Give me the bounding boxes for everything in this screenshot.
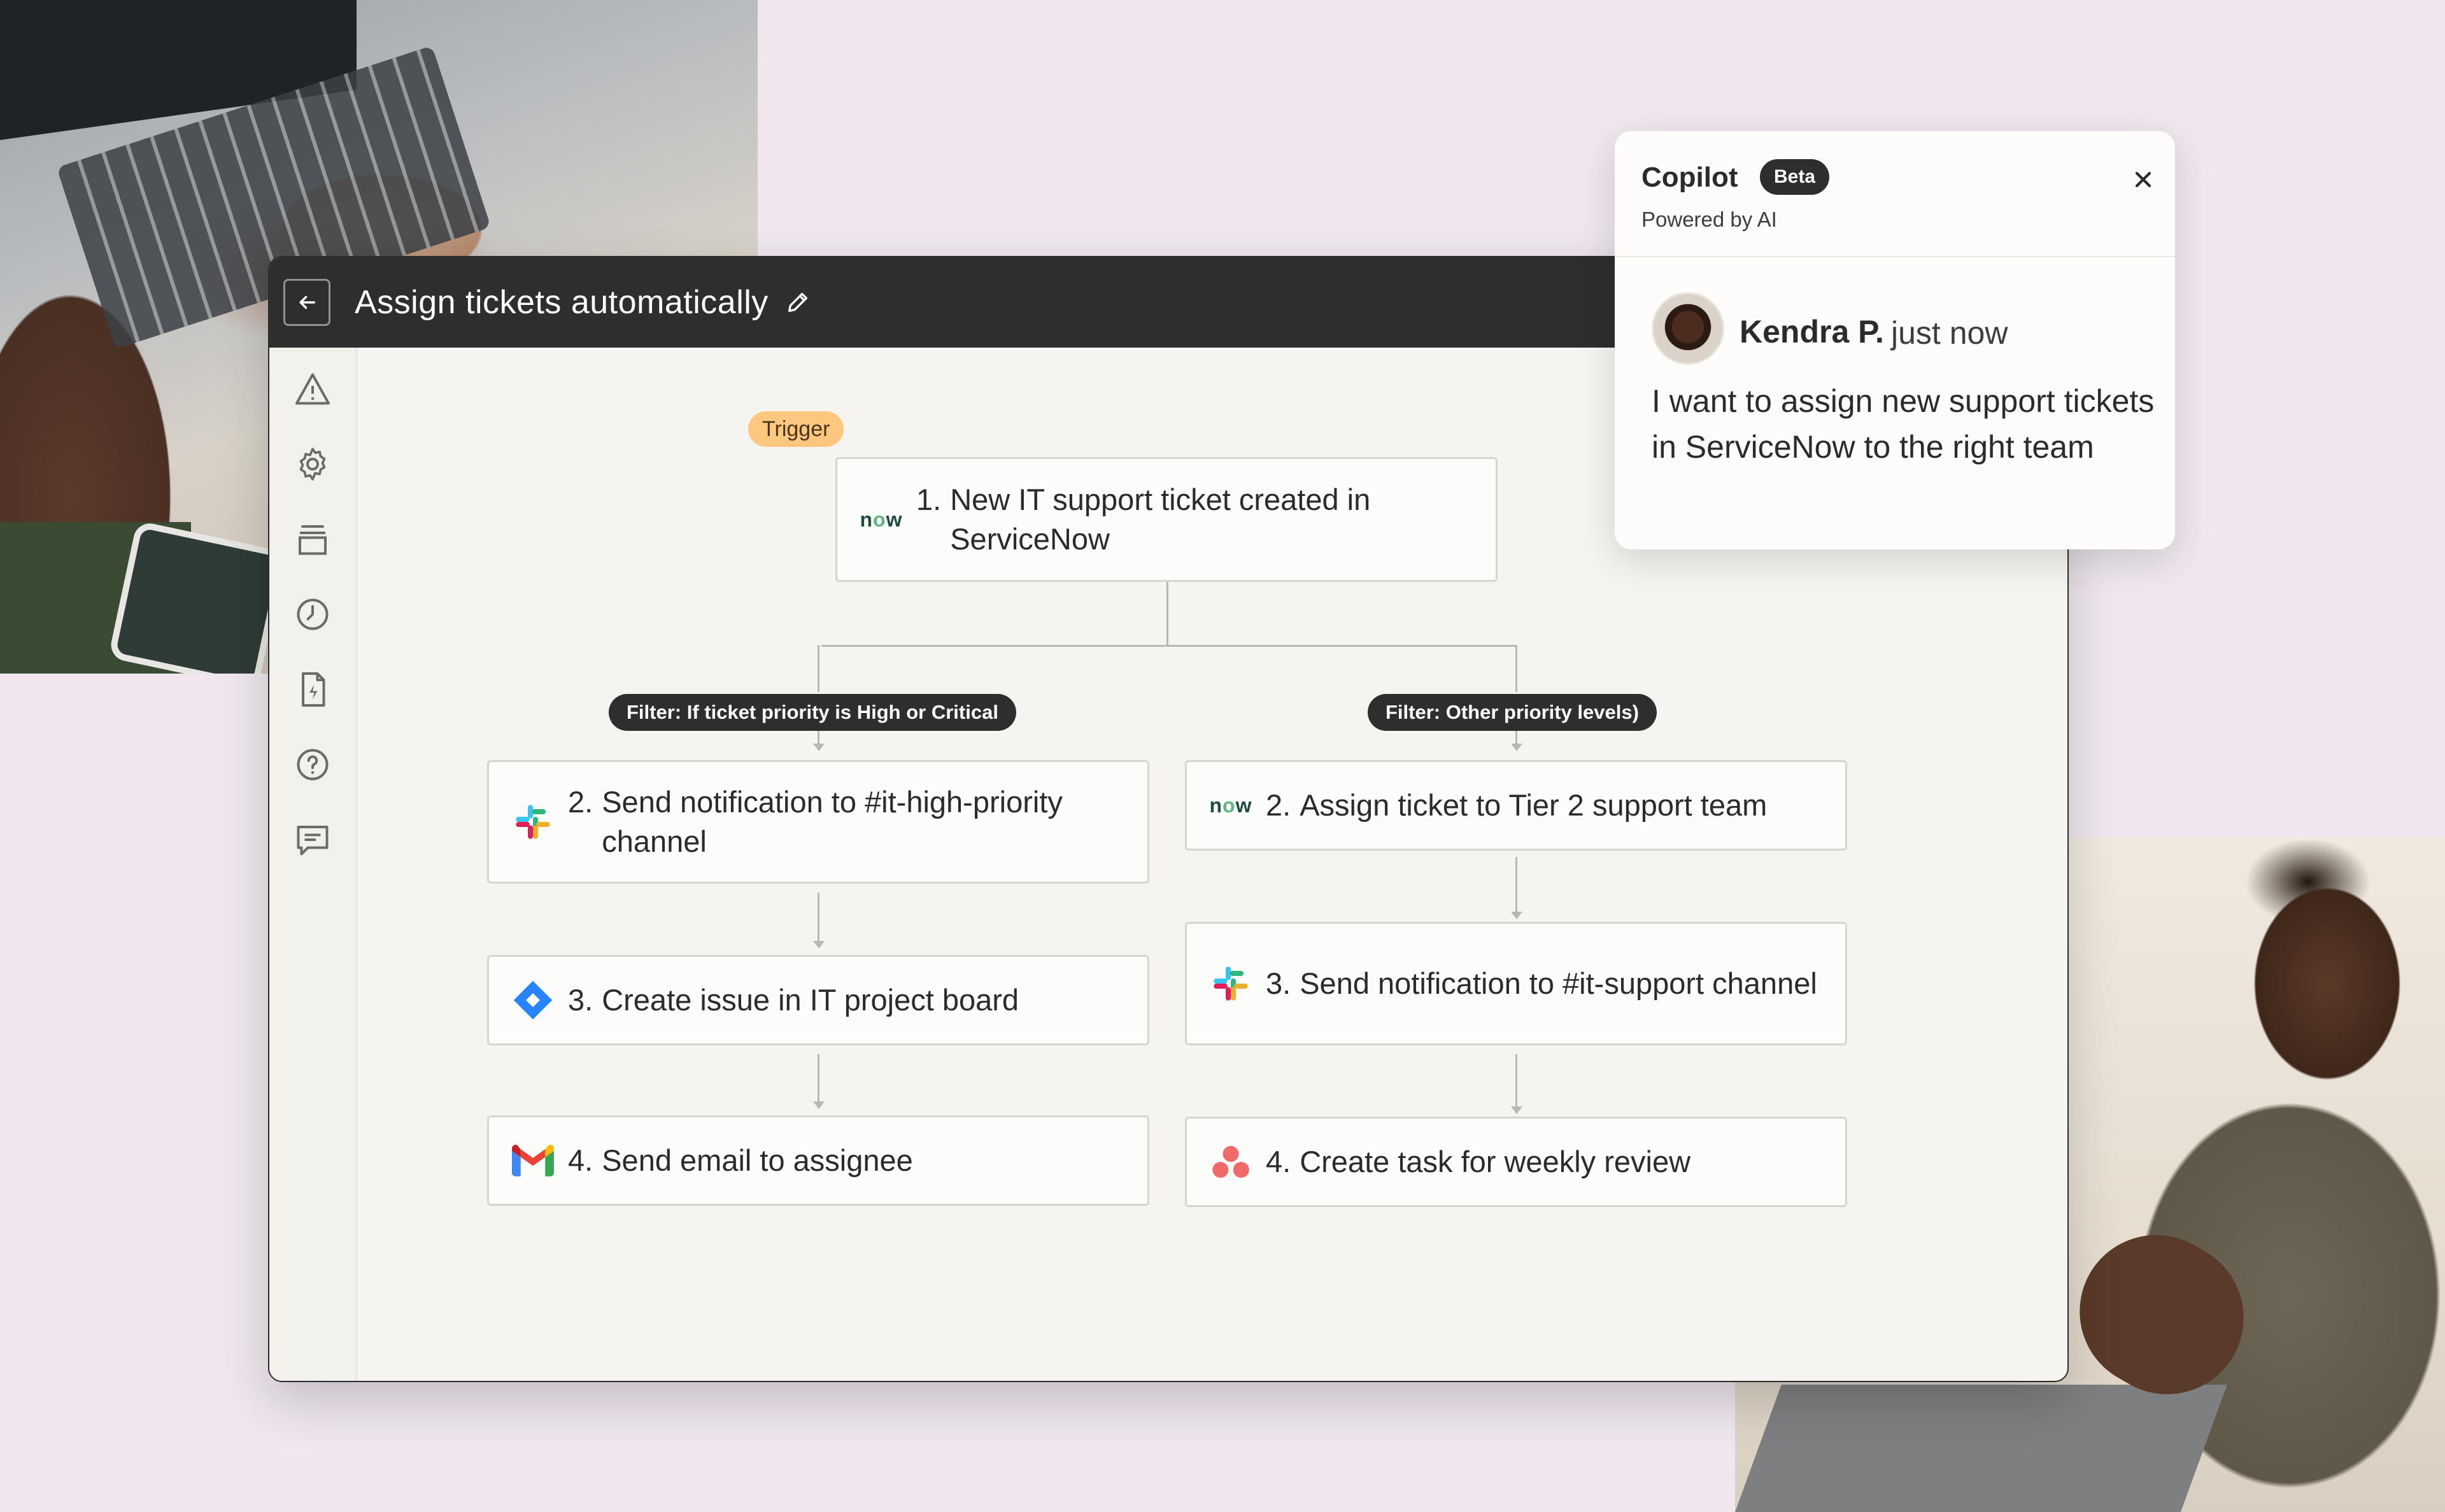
trigger-step-card[interactable]: now 1. New IT support ticket created in S… <box>835 457 1498 582</box>
gmail-logo-icon <box>511 1138 555 1183</box>
step-number: 4. <box>568 1143 593 1177</box>
filter-other-priority[interactable]: Filter: Other priority levels) <box>1368 694 1657 731</box>
step-number: 2. <box>1266 788 1291 822</box>
slack-logo-icon <box>511 800 555 844</box>
right-connector-2-3-line <box>1515 859 1517 914</box>
step-label: Send notification to #it-support channel <box>1300 966 1817 1000</box>
right-connector-2-3-line-arrow <box>1511 912 1522 919</box>
avatar <box>1652 292 1724 365</box>
message-timestamp: just now <box>1891 315 2008 351</box>
servicenow-logo-icon: now <box>860 507 903 531</box>
left-step-2-card[interactable]: 2. Send notification to #it-high-priority… <box>487 760 1149 884</box>
right-step-4-card[interactable]: 4. Create task for weekly review <box>1185 1117 1847 1207</box>
copilot-close-button[interactable] <box>2124 160 2162 199</box>
asana-logo-icon <box>1208 1140 1253 1184</box>
message-text: I want to assign new support tickets in … <box>1652 383 2155 465</box>
step-number: 2. <box>568 785 593 819</box>
step-label: New IT support ticket created in Service… <box>950 483 1371 556</box>
message-author: Kendra P. <box>1740 314 1884 350</box>
beta-badge: Beta <box>1760 159 1830 195</box>
step-number: 1. <box>916 483 942 516</box>
step-label: Send email to assignee <box>602 1143 913 1177</box>
step-label: Create task for weekly review <box>1300 1145 1691 1178</box>
right-connector-3-4-line <box>1515 1054 1517 1109</box>
copilot-title: Copilot <box>1641 162 1738 193</box>
step-label: Assign ticket to Tier 2 support team <box>1300 788 1768 822</box>
step-label: Send notification to #it-high-priority c… <box>602 785 1063 858</box>
right-connector-3-4-line-arrow <box>1511 1106 1522 1114</box>
left-step-4-card[interactable]: 4. Send email to assignee <box>487 1115 1149 1206</box>
slack-logo-icon <box>1208 961 1253 1006</box>
copilot-subtitle: Powered by AI <box>1641 208 1777 231</box>
copilot-header: Copilot Beta Powered by AI <box>1615 131 2175 257</box>
close-icon <box>2135 171 2151 188</box>
right-step-2-card[interactable]: now 2. Assign ticket to Tier 2 support te… <box>1185 760 1847 851</box>
step-label: Create issue in IT project board <box>602 983 1019 1017</box>
jira-logo-icon <box>511 978 555 1022</box>
left-step-3-card[interactable]: 3. Create issue in IT project board <box>487 955 1149 1045</box>
trigger-badge: Trigger <box>748 411 844 447</box>
step-number: 3. <box>568 983 593 1017</box>
right-step-3-card[interactable]: 3. Send notification to #it-support chann… <box>1185 922 1847 1045</box>
servicenow-logo-icon: now <box>1209 793 1252 817</box>
copilot-panel: Copilot Beta Powered by AI Kendra P. jus… <box>1615 131 2175 549</box>
step-number: 3. <box>1266 966 1291 1000</box>
filter-high-priority[interactable]: Filter: If ticket priority is High or Cr… <box>609 694 1016 731</box>
step-number: 4. <box>1266 1145 1291 1178</box>
